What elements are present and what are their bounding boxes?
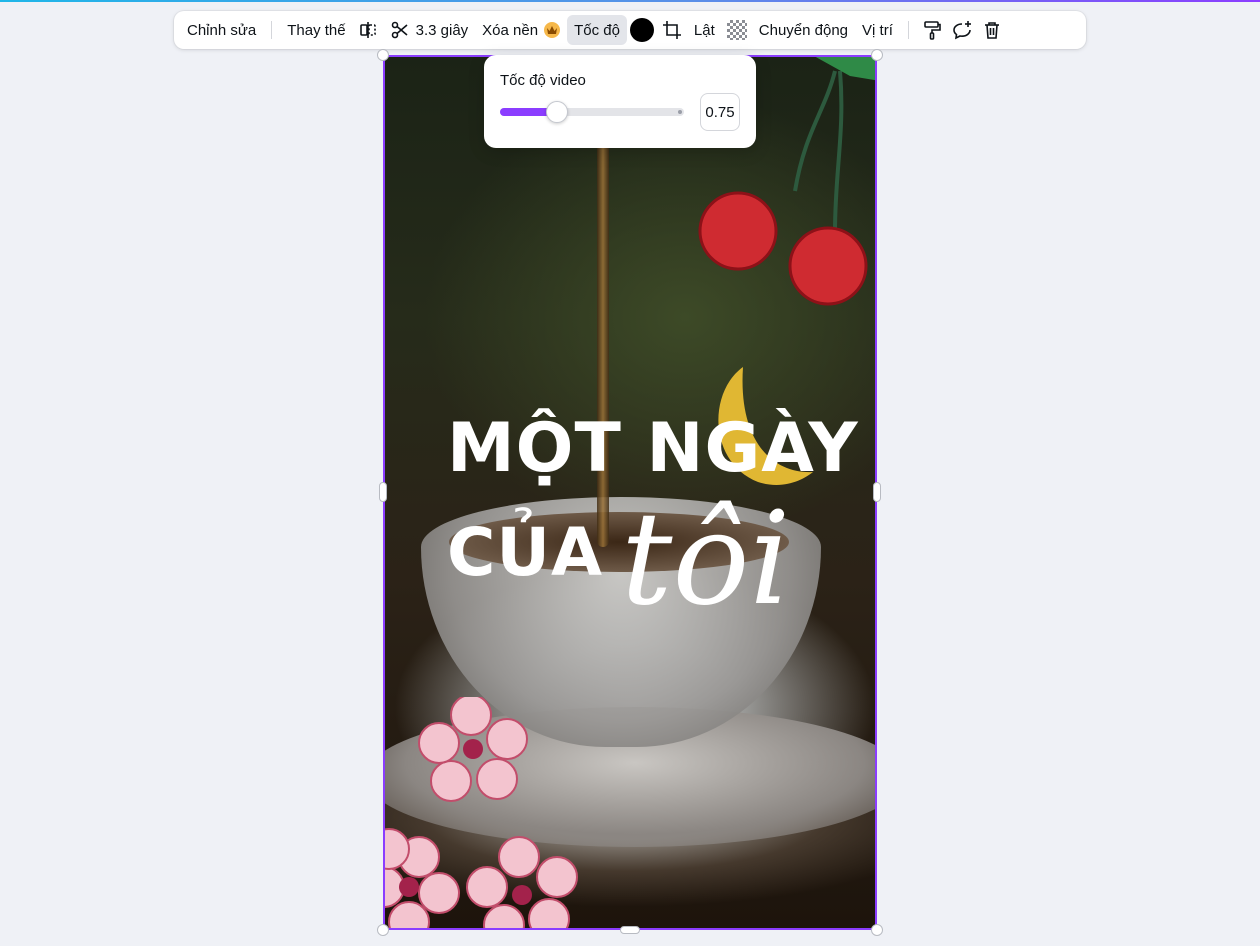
- top-progress-bar: [0, 0, 1260, 2]
- speed-value-input[interactable]: 0.75: [700, 93, 740, 131]
- flip-button[interactable]: Lật: [687, 15, 722, 45]
- remove-background-label: Xóa nền: [482, 21, 539, 39]
- animate-button[interactable]: Chuyển động: [752, 15, 855, 45]
- cherry-blossom-illustration: [385, 697, 578, 928]
- duration-label: 3.3 giây: [415, 21, 469, 39]
- crown-icon: [544, 22, 561, 38]
- resize-handle-left[interactable]: [379, 482, 387, 502]
- video-speed-title: Tốc độ video: [500, 72, 586, 89]
- resize-handle-bottom[interactable]: [620, 926, 640, 934]
- position-button[interactable]: Vị trí: [855, 15, 900, 45]
- speed-slider-thumb[interactable]: [546, 101, 568, 123]
- speed-value-text: 0.75: [705, 103, 735, 121]
- trash-icon: [984, 22, 999, 39]
- headline-line-1: MỘT NGÀY: [447, 409, 859, 488]
- paint-roller-icon: [924, 21, 941, 40]
- headline-script-word: tôi: [621, 485, 791, 634]
- edit-button[interactable]: Chỉnh sửa: [180, 15, 263, 45]
- design-video-element[interactable]: MỘT NGÀY CỦA tôi: [383, 55, 877, 930]
- replace-label: Thay thế: [287, 21, 346, 39]
- context-toolbar: Chỉnh sửa Thay thế 3.3 giây Xóa nền Tốc …: [174, 11, 1086, 49]
- remove-background-button[interactable]: Xóa nền: [475, 15, 567, 45]
- speed-slider-default-marker: [678, 110, 682, 114]
- flip-label: Lật: [693, 21, 715, 39]
- resize-handle-top-right[interactable]: [871, 49, 883, 61]
- split-button[interactable]: [353, 15, 383, 45]
- color-swatch: [629, 18, 654, 42]
- edit-label: Chỉnh sửa: [187, 21, 257, 39]
- delete-button[interactable]: [977, 15, 1007, 45]
- toolbar-divider: [271, 21, 273, 39]
- toolbar-divider: [907, 21, 909, 39]
- color-button[interactable]: [627, 15, 657, 45]
- speed-slider-row: 0.75: [500, 93, 740, 133]
- copy-style-button[interactable]: [917, 15, 947, 45]
- position-label: Vị trí: [862, 21, 893, 39]
- add-comment-button[interactable]: [947, 15, 977, 45]
- headline-line-2: CỦA: [447, 514, 604, 591]
- transparency-icon: [726, 20, 747, 40]
- animate-label: Chuyển động: [758, 21, 849, 39]
- split-icon: [359, 22, 376, 38]
- scissors-icon: [391, 21, 408, 39]
- video-speed-popover: Tốc độ video 0.75: [484, 55, 756, 148]
- crop-button[interactable]: [657, 15, 687, 45]
- speed-button[interactable]: Tốc độ: [567, 15, 627, 45]
- resize-handle-bottom-left[interactable]: [377, 924, 389, 936]
- resize-handle-right[interactable]: [873, 482, 881, 502]
- resize-handle-bottom-right[interactable]: [871, 924, 883, 936]
- comment-plus-icon: [953, 21, 971, 40]
- transparency-button[interactable]: [722, 15, 752, 45]
- speed-label: Tốc độ: [574, 21, 620, 39]
- trim-button[interactable]: 3.3 giây: [383, 15, 476, 45]
- crop-icon: [662, 21, 681, 39]
- replace-button[interactable]: Thay thế: [280, 15, 352, 45]
- resize-handle-top-left[interactable]: [377, 49, 389, 61]
